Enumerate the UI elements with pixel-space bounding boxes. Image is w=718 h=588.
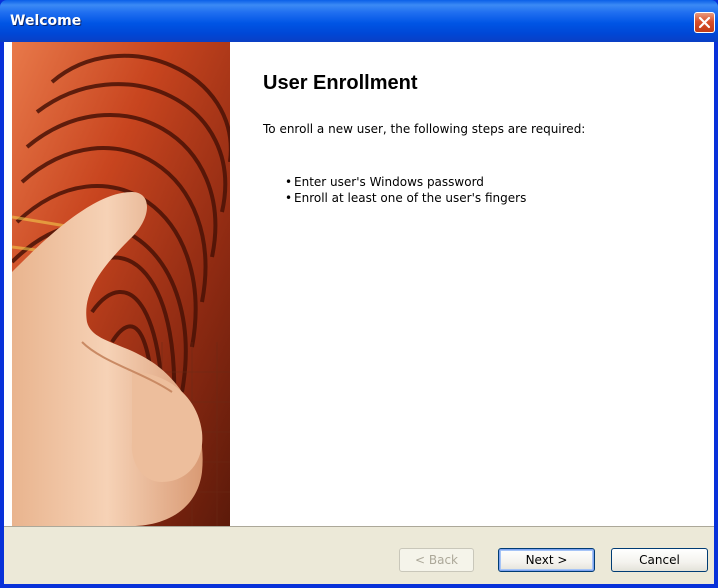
page-title: User Enrollment (263, 72, 418, 94)
content-panel: User Enrollment To enroll a new user, th… (4, 42, 714, 526)
cancel-button[interactable]: Cancel (611, 548, 708, 572)
dialog-client: User Enrollment To enroll a new user, th… (4, 42, 714, 584)
close-icon (698, 16, 711, 29)
step-text: Enroll at least one of the user's finger… (294, 191, 527, 205)
back-button[interactable]: < Back (399, 548, 474, 572)
close-button[interactable] (694, 12, 715, 33)
next-button[interactable]: Next > (498, 548, 595, 572)
step-text: Enter user's Windows password (294, 175, 484, 189)
title-bar[interactable]: Welcome (0, 0, 718, 42)
bullet-icon: • (285, 191, 293, 205)
button-bar: < Back Next > Cancel (4, 526, 714, 584)
list-item: • Enter user's Windows password (285, 174, 526, 190)
wizard-window: Welcome User Enrollment To enroll a new … (0, 0, 718, 588)
intro-text: To enroll a new user, the following step… (263, 122, 586, 136)
steps-list: • Enter user's Windows password • Enroll a… (285, 174, 526, 206)
fingerprint-image (12, 42, 230, 526)
window-title: Welcome (10, 13, 82, 29)
list-item: • Enroll at least one of the user's finge… (285, 190, 526, 206)
bullet-icon: • (285, 175, 293, 189)
